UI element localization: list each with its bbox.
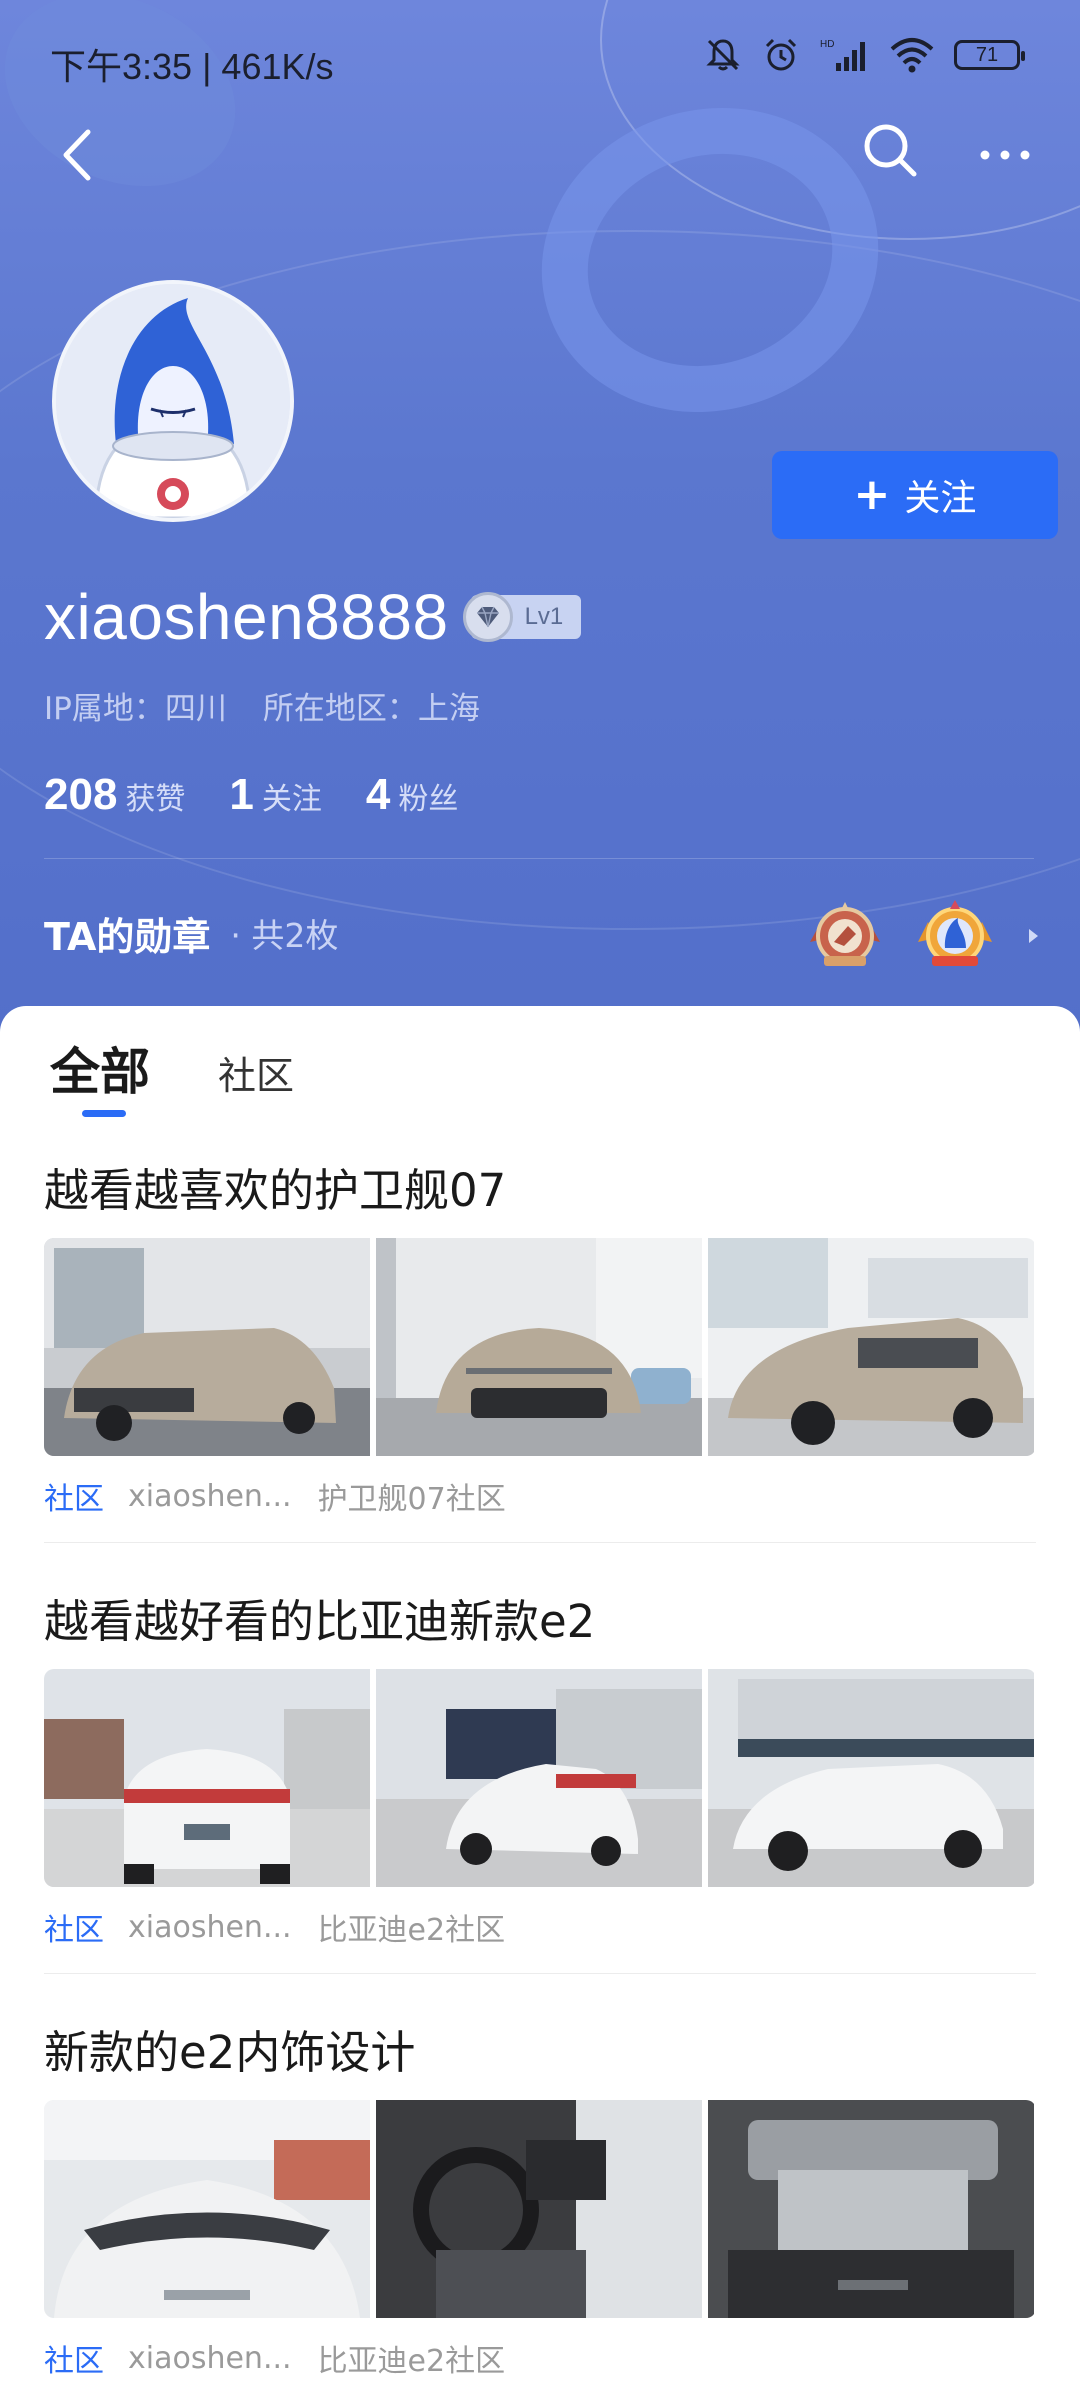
post-author[interactable]: xiaoshen...	[128, 1910, 292, 1945]
medal-row[interactable]: TA的勋章 · 共2枚	[44, 898, 1044, 968]
ip-location: IP属地：四川	[44, 691, 227, 727]
post-meta: 社区 xiaoshen... 护卫舰07社区	[44, 1456, 1036, 1536]
post-title[interactable]: 越看越喜欢的护卫舰07	[44, 1156, 1036, 1226]
back-arrow-icon[interactable]	[50, 120, 110, 190]
alarm-icon	[765, 38, 797, 71]
post-card[interactable]: 新款的e2内饰设计 社区 xiaoshen... 比亚迪e2社区	[44, 2018, 1036, 2398]
post-image[interactable]	[44, 2100, 370, 2318]
diamond-icon	[462, 592, 513, 642]
post-image[interactable]	[376, 2100, 702, 2318]
post-image[interactable]	[708, 1238, 1034, 1456]
post-image[interactable]	[376, 1238, 702, 1456]
status-bar: 下午3:35 | 461K/s HD 71	[0, 30, 1080, 90]
medal-shark-icon	[918, 900, 992, 966]
stat-fans[interactable]: 4 粉丝	[366, 770, 458, 820]
post-title[interactable]: 越看越好看的比亚迪新款e2	[44, 1587, 1036, 1657]
status-time: 下午3:35 | 461K/s	[50, 46, 334, 87]
post-card[interactable]: 越看越好看的比亚迪新款e2 社区 xiaoshen... 比亚迪e2社区	[44, 1587, 1036, 1974]
stat-number: 4	[365, 770, 391, 819]
chevron-right-icon[interactable]	[1024, 921, 1044, 951]
content-panel: 全部 社区 越看越喜欢的护卫舰07 社区 xiaoshen... 护卫舰07社区…	[0, 1006, 1080, 2400]
post-meta: 社区 xiaoshen... 比亚迪e2社区	[44, 1887, 1036, 1967]
stats-row: 208 获赞 1 关注 4 粉丝	[44, 770, 502, 820]
post-images	[44, 2100, 1036, 2318]
post-image[interactable]	[44, 1669, 370, 1887]
tab-all-label: 全部	[50, 1043, 150, 1101]
post-tag[interactable]: 社区	[44, 1905, 104, 1949]
divider	[44, 1973, 1036, 1974]
svg-text:HD: HD	[820, 39, 834, 50]
follow-button-label: 关注	[904, 478, 977, 519]
tab-bar: 全部 社区	[50, 1032, 294, 1117]
wifi-icon	[890, 38, 934, 73]
more-options-icon[interactable]	[975, 130, 1035, 180]
follow-button[interactable]: + 关注	[772, 451, 1058, 539]
post-forum[interactable]: 比亚迪e2社区	[318, 1905, 506, 1949]
tab-active-indicator	[82, 1110, 126, 1117]
post-forum[interactable]: 护卫舰07社区	[318, 1474, 506, 1518]
search-icon[interactable]	[860, 120, 920, 180]
tab-all[interactable]: 全部	[50, 1032, 150, 1117]
location-info: IP属地：四川 所在地区：上海	[44, 683, 480, 728]
level-badge[interactable]: Lv1	[462, 592, 582, 642]
post-tag[interactable]: 社区	[44, 1474, 104, 1518]
post-author[interactable]: xiaoshen...	[128, 2341, 292, 2376]
tab-community[interactable]: 社区	[218, 1045, 294, 1100]
username: xiaoshen8888	[44, 581, 449, 653]
medal-title: TA的勋章	[44, 914, 211, 959]
medal-count: · 共2枚	[230, 916, 339, 955]
post-title[interactable]: 新款的e2内饰设计	[44, 2018, 1036, 2088]
post-author[interactable]: xiaoshen...	[128, 1479, 292, 1514]
post-tag[interactable]: 社区	[44, 2336, 104, 2380]
signal-icon: HD	[820, 39, 865, 71]
medal-badge-icon	[810, 902, 880, 966]
stat-number: 1	[229, 770, 254, 819]
post-meta: 社区 xiaoshen... 比亚迪e2社区	[44, 2318, 1036, 2398]
post-images	[44, 1669, 1036, 1887]
divider	[44, 858, 1034, 859]
shark-avatar-icon	[56, 284, 290, 518]
level-text: Lv1	[524, 603, 564, 630]
post-image[interactable]	[708, 1669, 1034, 1887]
region: 所在地区：上海	[262, 691, 480, 727]
battery-icon: 71	[954, 40, 1025, 70]
stat-following[interactable]: 1 关注	[229, 770, 321, 820]
username-row: xiaoshen8888 Lv1	[44, 580, 582, 654]
post-image[interactable]	[44, 1238, 370, 1456]
stat-label: 获赞	[125, 782, 186, 817]
avatar[interactable]	[52, 280, 294, 522]
stat-label: 粉丝	[398, 782, 459, 817]
stat-likes: 208 获赞	[44, 770, 185, 820]
post-image[interactable]	[376, 1669, 702, 1887]
post-forum[interactable]: 比亚迪e2社区	[318, 2336, 506, 2380]
plus-icon: +	[853, 469, 891, 520]
stat-label: 关注	[261, 782, 322, 817]
status-icons: HD 71	[704, 36, 1025, 74]
mute-bell-icon	[706, 39, 740, 71]
post-image[interactable]	[708, 2100, 1034, 2318]
post-images	[44, 1238, 1036, 1456]
divider	[44, 1542, 1036, 1543]
post-card[interactable]: 越看越喜欢的护卫舰07 社区 xiaoshen... 护卫舰07社区	[44, 1156, 1036, 1543]
profile-header: 下午3:35 | 461K/s HD 71 + 关注 xiaoshen8888 …	[0, 0, 1080, 1040]
stat-number: 208	[44, 770, 118, 819]
medal-icons	[804, 898, 1044, 974]
